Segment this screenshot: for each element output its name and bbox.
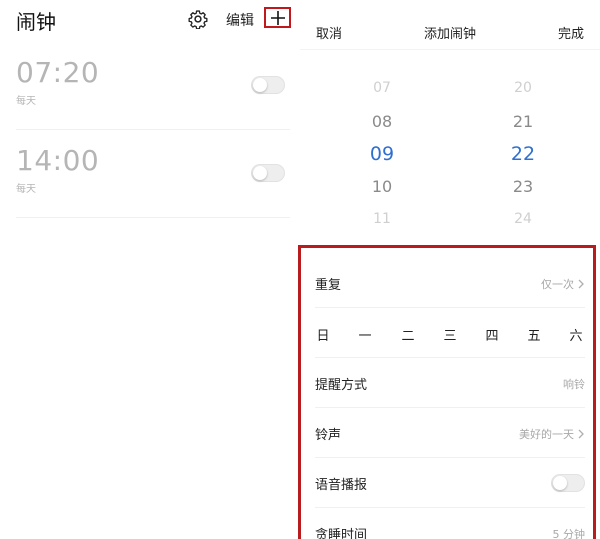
alarm-time: 14:00 (16, 144, 100, 177)
alert-mode-label: 提醒方式 (315, 378, 368, 393)
add-alarm-button[interactable] (264, 7, 291, 28)
ringtone-row[interactable]: 铃声 美好的一天 (315, 408, 585, 458)
hour-option[interactable]: 07 (352, 80, 412, 96)
alarm-list-panel: 闹钟 编辑 07:20 每天 14:00 每天 (0, 0, 300, 539)
plus-icon (270, 10, 285, 25)
snooze-row[interactable]: 贪睡时间 5 分钟 (315, 508, 585, 539)
alarm-settings-section: 重复 仅一次 日 一 二 三 四 五 六 提醒方式 响铃 铃声 美好的一天 语音… (298, 245, 596, 539)
gear-icon[interactable] (188, 9, 208, 29)
add-alarm-header: 取消 添加闹钟 完成 (300, 0, 600, 50)
toggle-knob (253, 78, 267, 92)
alert-mode-value: 响铃 (563, 378, 585, 391)
weekday-mon[interactable]: 一 (357, 325, 373, 344)
alarm-toggle[interactable] (251, 164, 285, 182)
dialog-title: 添加闹钟 (423, 27, 476, 42)
weekday-wed[interactable]: 三 (442, 325, 458, 344)
alarm-toggle[interactable] (251, 76, 285, 94)
hour-selected[interactable]: 09 (352, 143, 412, 165)
ringtone-value: 美好的一天 (519, 426, 585, 442)
repeat-value: 仅一次 (541, 276, 585, 292)
minute-selected[interactable]: 22 (493, 143, 553, 165)
hour-option[interactable]: 10 (352, 177, 412, 196)
minute-option[interactable]: 20 (493, 80, 553, 96)
alarm-item[interactable]: 07:20 每天 (16, 42, 290, 130)
alarm-repeat: 每天 (16, 96, 36, 107)
done-button[interactable]: 完成 (558, 23, 584, 42)
toggle-knob (553, 476, 567, 490)
page-title: 闹钟 (16, 10, 56, 34)
alarm-repeat: 每天 (16, 184, 36, 195)
chevron-right-icon (578, 279, 584, 289)
weekday-fri[interactable]: 五 (526, 325, 542, 344)
hour-option[interactable]: 08 (352, 112, 412, 131)
weekday-tue[interactable]: 二 (400, 325, 416, 344)
minute-option[interactable]: 24 (493, 211, 553, 227)
voice-broadcast-row: 语音播报 (315, 458, 585, 508)
snooze-label: 贪睡时间 (315, 528, 368, 539)
snooze-value: 5 分钟 (552, 528, 586, 539)
alarm-time: 07:20 (16, 56, 100, 89)
minute-option[interactable]: 23 (493, 177, 553, 196)
repeat-label: 重复 (315, 278, 342, 293)
voice-broadcast-toggle[interactable] (551, 474, 585, 492)
repeat-value-text: 仅一次 (541, 278, 574, 291)
repeat-row[interactable]: 重复 仅一次 (315, 258, 585, 308)
voice-broadcast-label: 语音播报 (315, 478, 368, 493)
weekday-sun[interactable]: 日 (315, 325, 331, 344)
weekday-sat[interactable]: 六 (568, 325, 584, 344)
weekday-selector: 日 一 二 三 四 五 六 (315, 308, 585, 358)
edit-button[interactable]: 编辑 (226, 10, 254, 30)
alert-mode-row[interactable]: 提醒方式 响铃 (315, 358, 585, 408)
ringtone-value-text: 美好的一天 (519, 428, 574, 441)
alarm-item[interactable]: 14:00 每天 (16, 130, 290, 218)
minute-option[interactable]: 21 (493, 112, 553, 131)
chevron-right-icon (578, 429, 584, 439)
weekday-thu[interactable]: 四 (484, 325, 500, 344)
toggle-knob (253, 166, 267, 180)
hour-option[interactable]: 11 (352, 211, 412, 227)
ringtone-label: 铃声 (315, 428, 342, 443)
alarm-list-header: 闹钟 编辑 (0, 0, 300, 40)
